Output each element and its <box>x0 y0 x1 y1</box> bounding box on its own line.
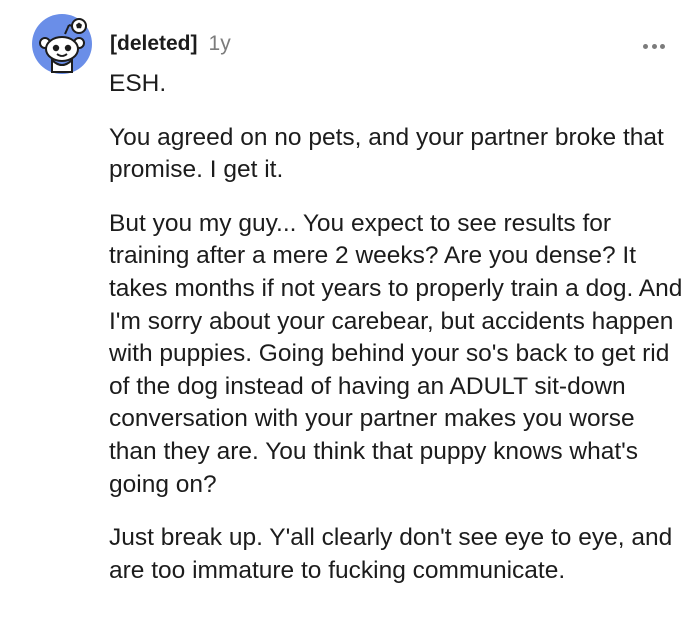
more-dot <box>660 43 665 49</box>
comment-header: [deleted] 1y <box>110 32 231 56</box>
more-options-icon[interactable] <box>638 37 670 55</box>
comment-age: 1y <box>208 32 231 55</box>
comment-paragraph: But you my guy... You expect to see resu… <box>109 209 683 498</box>
more-dot <box>643 43 648 49</box>
author-username[interactable]: [deleted] <box>110 32 198 56</box>
reddit-snoo-icon[interactable] <box>32 14 92 74</box>
more-dot <box>651 43 657 49</box>
comment-body: ESH. You agreed on no pets, and your par… <box>109 68 689 587</box>
comment: [deleted] 1y ESH. You agreed on no pets,… <box>0 0 700 632</box>
comment-paragraph: You agreed on no pets, and your partner … <box>109 123 664 184</box>
comment-paragraph: ESH. <box>109 70 167 97</box>
comment-paragraph: Just break up. Y'all clearly don't see e… <box>109 524 673 584</box>
